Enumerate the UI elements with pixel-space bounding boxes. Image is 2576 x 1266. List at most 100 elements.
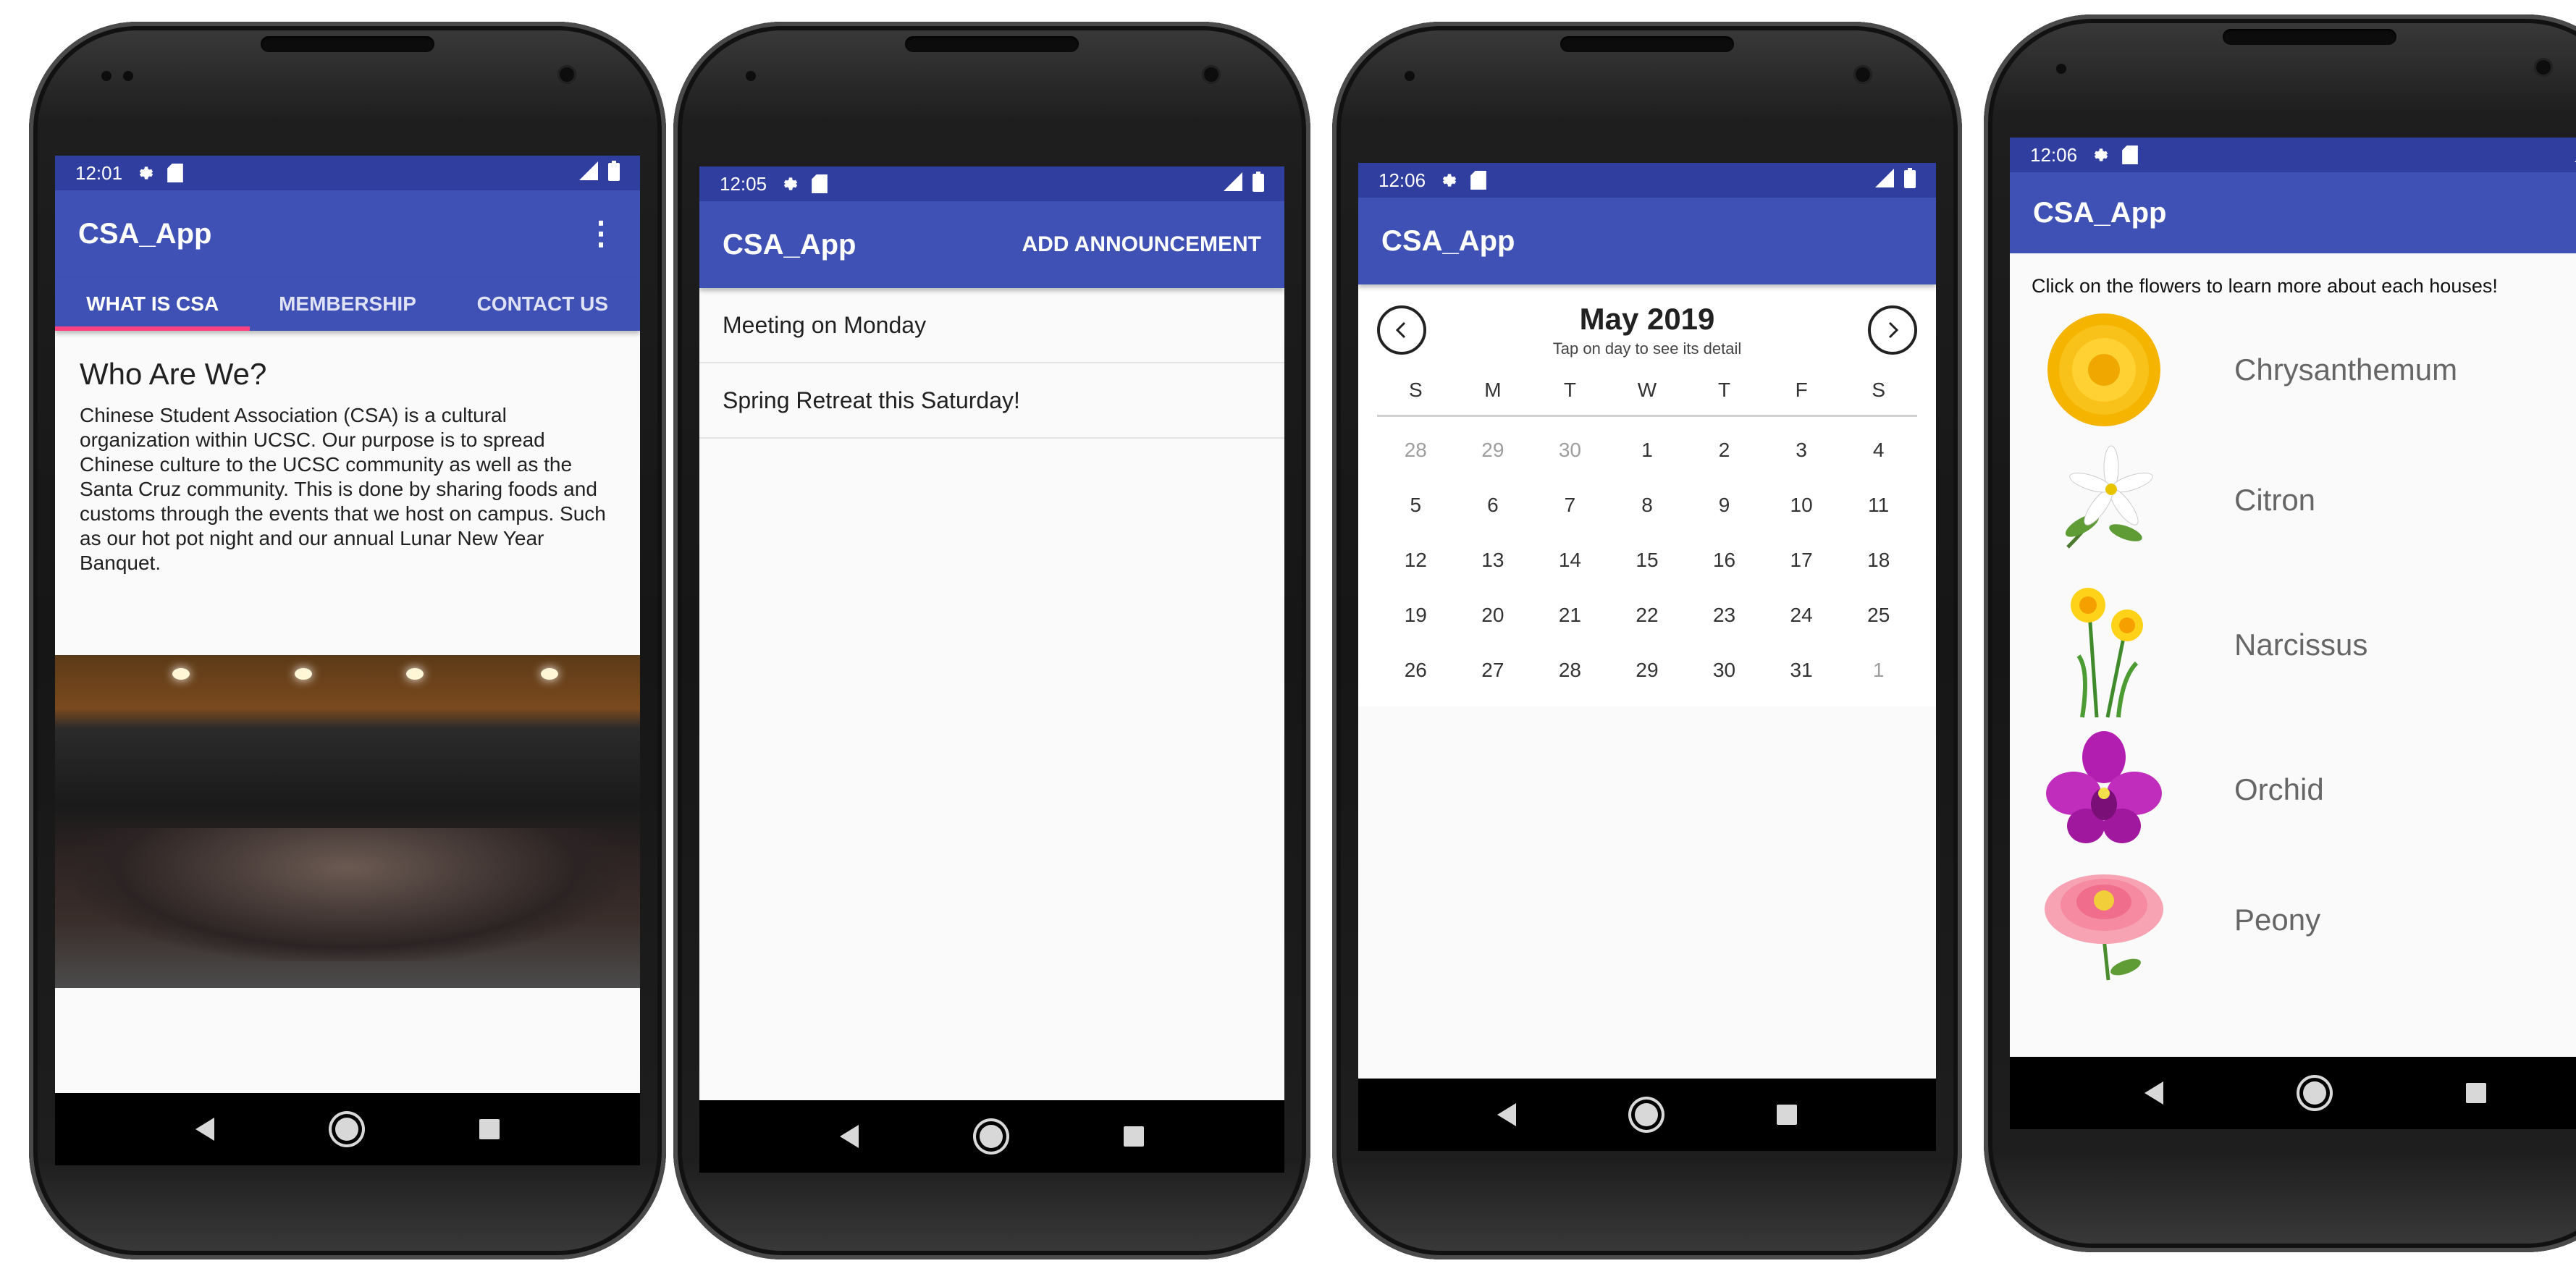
calendar-day[interactable]: 2 <box>1685 423 1763 478</box>
recent-apps-icon[interactable] <box>1124 1126 1145 1147</box>
next-month-button[interactable] <box>1868 305 1917 355</box>
back-icon[interactable] <box>839 1125 859 1148</box>
phone-frame-3: 12:06 CSA_App May 2019 Tap on day to see… <box>1332 22 1962 1259</box>
status-bar: 12:05 <box>699 166 1284 201</box>
home-icon[interactable] <box>334 1118 358 1141</box>
calendar-day[interactable]: 6 <box>1455 478 1532 533</box>
calendar-day[interactable]: 4 <box>1840 423 1917 478</box>
chevron-left-icon <box>1395 321 1406 339</box>
overflow-menu-icon[interactable]: ⋮ <box>585 218 617 250</box>
calendar-day[interactable]: 18 <box>1840 533 1917 588</box>
battery-icon <box>608 160 620 186</box>
house-name[interactable]: Chrysanthemum <box>2234 353 2457 387</box>
back-icon[interactable] <box>195 1118 214 1141</box>
announcement-item[interactable]: Meeting on Monday <box>699 288 1284 363</box>
peony-image[interactable] <box>2032 858 2176 982</box>
calendar-day[interactable]: 5 <box>1377 478 1455 533</box>
calendar-day[interactable]: 7 <box>1531 478 1609 533</box>
calendar-day[interactable]: 27 <box>1455 643 1532 698</box>
weekday-label: W <box>1637 379 1657 401</box>
calendar-day[interactable]: 26 <box>1377 643 1455 698</box>
status-bar: 12:06 <box>1358 163 1936 198</box>
app-bar: CSA_App ⋮ <box>55 190 640 277</box>
calendar-day[interactable]: 16 <box>1685 533 1763 588</box>
calendar-day[interactable]: 23 <box>1685 588 1763 643</box>
battery-icon <box>1253 171 1264 197</box>
house-row-chrysanthemum[interactable]: Chrysanthemum <box>2010 305 2576 435</box>
house-name[interactable]: Orchid <box>2234 772 2324 807</box>
calendar-day[interactable]: 29 <box>1609 643 1686 698</box>
status-time: 12:05 <box>720 172 767 195</box>
tab-contact-us[interactable]: CONTACT US <box>445 277 640 331</box>
calendar-day[interactable]: 9 <box>1685 478 1763 533</box>
house-row-citron[interactable]: Citron <box>2010 435 2576 565</box>
calendar-day[interactable]: 12 <box>1377 533 1455 588</box>
house-name[interactable]: Citron <box>2234 483 2315 518</box>
home-icon[interactable] <box>1635 1103 1658 1126</box>
calendar-day[interactable]: 14 <box>1531 533 1609 588</box>
calendar-month: May 2019 <box>1579 302 1715 336</box>
app-title: CSA_App <box>1381 224 1515 257</box>
system-nav-bar <box>2010 1057 2576 1129</box>
calendar-day[interactable]: 19 <box>1377 588 1455 643</box>
citron-image[interactable] <box>2032 439 2176 562</box>
home-icon[interactable] <box>979 1125 1003 1148</box>
calendar-day[interactable]: 1 <box>1609 423 1686 478</box>
tab-what-is-csa[interactable]: WHAT IS CSA <box>55 277 251 331</box>
calendar-day[interactable]: 25 <box>1840 588 1917 643</box>
calendar-day[interactable]: 30 <box>1531 423 1609 478</box>
orchid-image[interactable] <box>2032 728 2176 851</box>
calendar-day[interactable]: 13 <box>1455 533 1532 588</box>
chrysanthemum-image[interactable] <box>2032 308 2176 431</box>
calendar-day[interactable]: 29 <box>1455 423 1532 478</box>
front-camera <box>1202 65 1221 84</box>
home-icon[interactable] <box>2302 1081 2326 1105</box>
screen-what-is-csa: 12:01 CSA_App ⋮ WHAT IS CSA MEMBERSHIP C… <box>55 156 640 1165</box>
narcissus-image[interactable] <box>2032 569 2176 721</box>
calendar-day[interactable]: 30 <box>1685 643 1763 698</box>
previous-month-button[interactable] <box>1377 305 1426 355</box>
house-row-narcissus[interactable]: Narcissus <box>2010 565 2576 725</box>
phone-frame-1: 12:01 CSA_App ⋮ WHAT IS CSA MEMBERSHIP C… <box>29 22 666 1259</box>
calendar-day[interactable]: 28 <box>1377 423 1455 478</box>
calendar-day[interactable]: 22 <box>1609 588 1686 643</box>
announcement-item[interactable]: Spring Retreat this Saturday! <box>699 363 1284 439</box>
calendar-day[interactable]: 11 <box>1840 478 1917 533</box>
calendar-day[interactable]: 20 <box>1455 588 1532 643</box>
weekday-label: S <box>1872 379 1886 401</box>
calendar-day[interactable]: 21 <box>1531 588 1609 643</box>
weekday-label: M <box>1484 379 1502 401</box>
proximity-sensor <box>1405 71 1415 81</box>
house-row-orchid[interactable]: Orchid <box>2010 725 2576 855</box>
recent-apps-icon[interactable] <box>1777 1105 1797 1125</box>
tab-membership[interactable]: MEMBERSHIP <box>250 277 445 331</box>
house-name[interactable]: Narcissus <box>2234 628 2367 662</box>
calendar-day[interactable]: 3 <box>1763 423 1840 478</box>
calendar-day[interactable]: 1 <box>1840 643 1917 698</box>
calendar-day[interactable]: 28 <box>1531 643 1609 698</box>
recent-apps-icon[interactable] <box>479 1119 500 1139</box>
calendar-day[interactable]: 15 <box>1609 533 1686 588</box>
sd-card-icon <box>1469 171 1488 190</box>
house-name[interactable]: Peony <box>2234 903 2320 937</box>
status-bar: 12:01 <box>55 156 640 190</box>
back-icon[interactable] <box>1497 1103 1516 1126</box>
earpiece-speaker <box>905 36 1079 52</box>
calendar-title: May 2019 Tap on day to see its detail <box>1553 302 1742 358</box>
status-time: 12:06 <box>2030 143 2078 166</box>
weekday-label: T <box>1563 379 1576 401</box>
calendar-day[interactable]: 8 <box>1609 478 1686 533</box>
recent-apps-icon[interactable] <box>2465 1083 2486 1103</box>
calendar-day[interactable]: 31 <box>1763 643 1840 698</box>
calendar-day[interactable]: 10 <box>1763 478 1840 533</box>
calendar-days: 28 29 30 1 2 3 4 5 6 7 8 9 10 11 12 13 1… <box>1377 423 1917 698</box>
calendar-day[interactable]: 17 <box>1763 533 1840 588</box>
lte-signal-icon <box>1221 172 1242 196</box>
front-camera <box>1853 65 1872 84</box>
house-row-peony[interactable]: Peony <box>2010 855 2576 985</box>
back-icon[interactable] <box>2144 1081 2164 1105</box>
add-announcement-button[interactable]: ADD ANNOUNCEMENT <box>1022 232 1261 257</box>
settings-icon <box>2092 145 2110 164</box>
proximity-sensor <box>2056 64 2066 74</box>
calendar-day[interactable]: 24 <box>1763 588 1840 643</box>
